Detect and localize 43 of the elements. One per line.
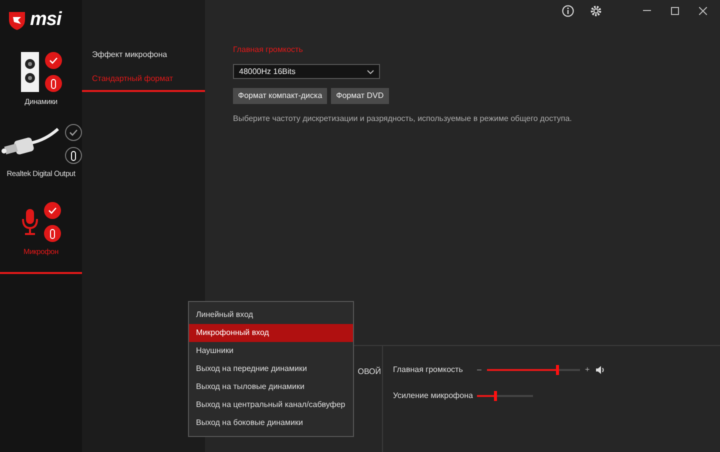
settings-tab[interactable]: Стандартный формат xyxy=(82,67,205,92)
speaker-volume-icon[interactable] xyxy=(596,366,605,374)
jack-plug-icon xyxy=(50,78,56,88)
menu-item[interactable]: Микрофонный вход xyxy=(189,324,353,342)
check-icon xyxy=(68,129,78,136)
speaker-icon xyxy=(20,52,38,92)
section-title: Главная громкость xyxy=(233,44,303,56)
format-button[interactable]: Формат DVD xyxy=(331,88,389,104)
info-icon[interactable] xyxy=(562,5,574,17)
default-device-badge[interactable] xyxy=(44,52,62,69)
close-icon xyxy=(699,7,707,15)
menu-item[interactable]: Выход на боковые динамики xyxy=(189,414,353,432)
slider-label: Усиление микрофона xyxy=(393,390,474,402)
microphone-icon xyxy=(22,209,38,235)
chevron-down-icon xyxy=(367,70,374,74)
jack-badge[interactable] xyxy=(44,225,60,242)
menu-item[interactable]: Выход на передние динамики xyxy=(189,360,353,378)
format-button[interactable]: Формат компакт-диска xyxy=(233,88,328,104)
menu-item[interactable]: Выход на тыловые динамики xyxy=(189,378,353,396)
check-icon xyxy=(48,57,58,64)
minimize-icon xyxy=(643,10,651,12)
menu-item[interactable]: Наушники xyxy=(189,342,353,360)
settings-icon[interactable] xyxy=(590,5,602,17)
default-device-badge[interactable] xyxy=(44,202,60,219)
slider-thumb[interactable] xyxy=(556,365,559,375)
jack-badge[interactable] xyxy=(44,75,62,92)
menu-item[interactable]: Линейный вход xyxy=(189,306,353,324)
jack-plug-icon xyxy=(50,228,54,238)
check-icon xyxy=(48,207,56,214)
default-device-badge[interactable] xyxy=(64,124,82,141)
jack-plug-icon xyxy=(70,150,76,160)
slider-label: Главная громкость xyxy=(393,364,464,376)
settings-tab[interactable]: Эффект микрофона xyxy=(82,42,205,67)
jack-badge[interactable] xyxy=(64,147,82,164)
description-text: Выберите частоту дискретизации и разрядность, используемые в режиме общего доступа. xyxy=(233,113,572,125)
format-select[interactable]: 48000Hz 16Bits xyxy=(233,64,380,79)
slider-thumb[interactable] xyxy=(494,391,498,401)
menu-item[interactable]: Выход на центральный канал/сабвуфер xyxy=(189,396,353,414)
brand-logo: msi xyxy=(30,8,62,32)
maximize-icon xyxy=(671,7,679,15)
partial-label: ОВОЙ xyxy=(358,366,381,378)
minus-sign[interactable]: – xyxy=(477,364,487,376)
plus-sign[interactable]: + xyxy=(585,364,590,376)
